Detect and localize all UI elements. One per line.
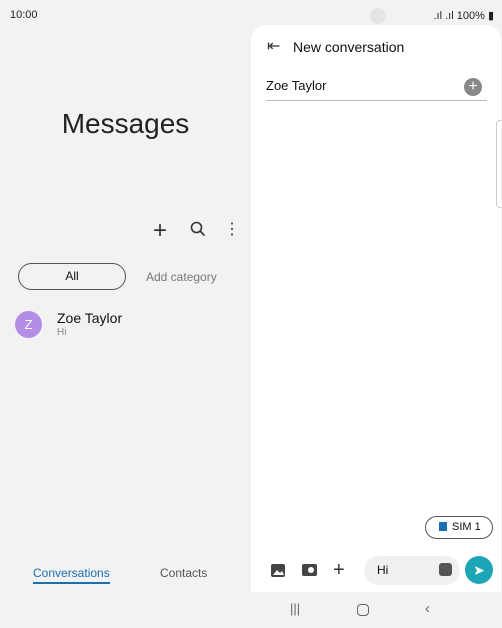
conversation-item[interactable]: [10, 305, 245, 345]
tab-conversations[interactable]: Conversations: [33, 566, 110, 584]
search-icon[interactable]: [190, 221, 206, 237]
conversation-name: Zoe Taylor: [57, 310, 123, 326]
add-category[interactable]: Add category: [146, 270, 217, 284]
battery-level: 100%: [456, 10, 485, 22]
sim-selector[interactable]: SIM 1: [425, 516, 493, 539]
recipient-value: Zoe Taylor: [266, 78, 327, 93]
navigation-bar: [251, 592, 502, 628]
sim-label: SIM 1: [452, 521, 481, 533]
back-icon[interactable]: ⇤: [267, 36, 280, 56]
more-options-icon[interactable]: ⋮: [224, 219, 240, 239]
drag-handle[interactable]: [496, 120, 502, 208]
add-icon[interactable]: +: [153, 217, 167, 245]
home-icon[interactable]: [357, 604, 369, 616]
signal-icon: .ıl .ıl: [433, 10, 457, 22]
gallery-icon[interactable]: [271, 564, 285, 577]
send-button[interactable]: ➤: [465, 556, 493, 584]
status-icons: .ıl .ıl 100% ▮: [434, 9, 495, 22]
recents-icon[interactable]: |||: [290, 601, 300, 616]
recipient-field[interactable]: Zoe Taylor: [266, 78, 487, 101]
back-nav-icon[interactable]: ‹: [425, 600, 430, 617]
tab-contacts[interactable]: Contacts: [160, 566, 207, 580]
camera-cutout: [370, 8, 386, 24]
sim-icon: [439, 522, 447, 531]
sticker-icon[interactable]: [439, 563, 452, 576]
filter-all[interactable]: All: [18, 263, 126, 290]
attach-plus-icon[interactable]: +: [333, 559, 345, 582]
new-conversation-panel: [251, 25, 501, 592]
status-time: 10:00: [10, 9, 38, 21]
panel-title: New conversation: [293, 39, 405, 55]
conversation-preview: Hi: [57, 327, 67, 338]
battery-icon: ▮: [487, 10, 494, 22]
avatar: Z: [15, 311, 42, 338]
message-text: Hi: [377, 563, 389, 577]
page-title: Messages: [61, 108, 190, 139]
camera-icon[interactable]: [302, 564, 317, 576]
add-recipient-icon[interactable]: +: [464, 78, 482, 96]
